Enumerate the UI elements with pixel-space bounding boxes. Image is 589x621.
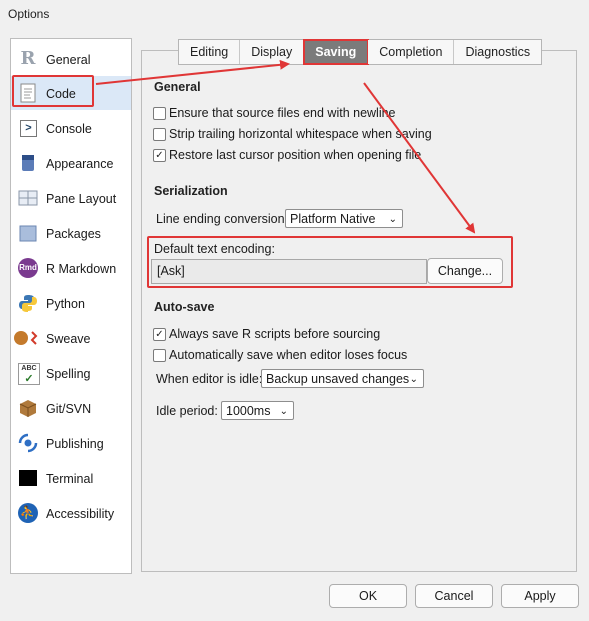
section-title-autosave: Auto-save — [154, 300, 215, 314]
line-ending-label: Line ending conversion: — [156, 212, 289, 226]
idle-period-label: Idle period: — [156, 404, 218, 418]
sidebar-item-python[interactable]: Python — [11, 286, 131, 320]
sidebar-item-packages[interactable]: Packages — [11, 216, 131, 250]
sidebar-item-label: Python — [46, 297, 85, 311]
sidebar-item-label: General — [46, 53, 91, 67]
section-title-general: General — [154, 80, 201, 94]
sidebar-item-git-svn[interactable]: Git/SVN — [11, 391, 131, 425]
chevron-down-icon: ⌄ — [388, 214, 397, 225]
rmd-icon: Rmd — [18, 258, 38, 278]
sidebar-item-terminal[interactable]: Terminal — [11, 461, 131, 495]
chevron-down-icon: ⌄ — [409, 374, 418, 385]
select-value: 1000ms — [226, 404, 271, 418]
checkbox-label: Automatically save when editor loses foc… — [169, 348, 408, 362]
checkmark-icon: ✓ — [153, 328, 166, 341]
spelling-abc-icon: ABC ✓ — [18, 363, 40, 385]
code-annotation-box — [12, 75, 94, 107]
cancel-button[interactable]: Cancel — [415, 584, 493, 608]
sidebar-item-appearance[interactable]: Appearance — [11, 146, 131, 180]
change-encoding-button[interactable]: Change... — [427, 258, 503, 284]
title-bar: Options — [0, 0, 589, 28]
sidebar-item-pane-layout[interactable]: Pane Layout — [11, 181, 131, 215]
sidebar-item-sweave[interactable]: Sweave — [11, 321, 131, 355]
pane-layout-icon — [18, 188, 38, 208]
package-box-icon — [18, 223, 38, 243]
sidebar-item-label: Console — [46, 122, 92, 136]
sidebar-item-label: Sweave — [46, 332, 91, 346]
section-title-serialization: Serialization — [154, 184, 228, 198]
idle-action-select[interactable]: Backup unsaved changes ⌄ — [261, 369, 424, 388]
sidebar-item-publishing[interactable]: Publishing — [11, 426, 131, 460]
sidebar-item-r-markdown[interactable]: Rmd R Markdown — [11, 251, 131, 285]
git-box-icon — [18, 398, 38, 418]
select-value: Platform Native — [290, 212, 376, 226]
checkbox-label: Always save R scripts before sourcing — [169, 327, 381, 341]
apply-button[interactable]: Apply — [501, 584, 579, 608]
sidebar-item-label: R Markdown — [46, 262, 117, 276]
checkbox-label: Restore last cursor position when openin… — [169, 148, 422, 162]
tab-bar: Editing Display Saving Completion Diagno… — [178, 39, 543, 65]
chevron-down-icon: ⌄ — [279, 406, 288, 417]
console-prompt-icon: > — [20, 120, 37, 137]
accessibility-icon: ⛹ — [18, 503, 38, 523]
checkbox-box — [153, 128, 166, 141]
ok-button[interactable]: OK — [329, 584, 407, 608]
line-ending-select[interactable]: Platform Native ⌄ — [285, 209, 403, 228]
terminal-icon — [19, 470, 37, 486]
checkbox-label: Strip trailing horizontal whitespace whe… — [169, 127, 432, 141]
sidebar-item-label: Terminal — [46, 472, 94, 486]
tab-display[interactable]: Display — [240, 40, 305, 64]
checkbox-box — [153, 107, 166, 120]
sidebar-item-general[interactable]: R General — [11, 42, 131, 76]
encoding-field[interactable]: [Ask] — [151, 259, 427, 284]
checkbox-label: Ensure that source files end with newlin… — [169, 106, 396, 120]
sidebar: R General Code > Console Appearance Pane… — [10, 38, 132, 574]
sidebar-item-label: Accessibility — [46, 507, 115, 521]
sidebar-item-console[interactable]: > Console — [11, 111, 131, 145]
checkbox-box — [153, 349, 166, 362]
sidebar-item-label: Pane Layout — [46, 192, 117, 206]
sidebar-item-label: Spelling — [46, 367, 91, 381]
publishing-icon — [18, 433, 38, 453]
sidebar-item-label: Packages — [46, 227, 101, 241]
sidebar-item-label: Appearance — [46, 157, 114, 171]
python-logo-icon — [18, 293, 38, 313]
idle-period-select[interactable]: 1000ms ⌄ — [221, 401, 294, 420]
r-logo-icon: R — [20, 48, 36, 69]
tab-diagnostics[interactable]: Diagnostics — [454, 40, 542, 64]
sweave-pdf-icon — [14, 328, 42, 348]
paint-bucket-icon — [18, 153, 38, 173]
window-title: Options — [8, 7, 50, 21]
tab-editing[interactable]: Editing — [179, 40, 241, 64]
encoding-label: Default text encoding: — [154, 242, 275, 256]
sidebar-item-label: Git/SVN — [46, 402, 92, 416]
idle-label: When editor is idle: — [156, 372, 263, 386]
sidebar-item-spelling[interactable]: ABC ✓ Spelling — [11, 356, 131, 390]
select-value: Backup unsaved changes — [266, 372, 410, 386]
sidebar-item-label: Publishing — [46, 437, 104, 451]
checkmark-icon: ✓ — [153, 149, 166, 162]
sidebar-item-accessibility[interactable]: ⛹ Accessibility — [11, 496, 131, 530]
tab-saving[interactable]: Saving — [303, 39, 370, 65]
tab-completion[interactable]: Completion — [368, 40, 455, 64]
